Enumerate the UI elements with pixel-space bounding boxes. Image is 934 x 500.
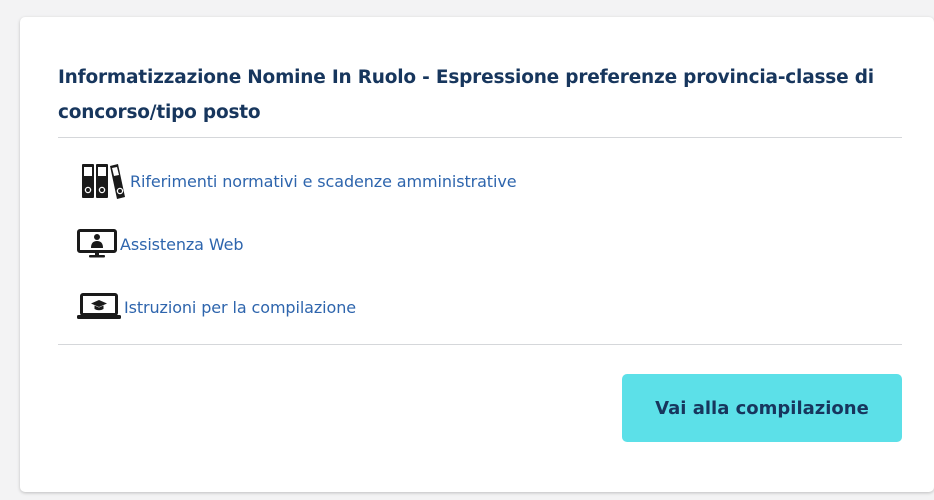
link-label: Istruzioni per la compilazione: [124, 297, 356, 317]
divider-top: [58, 137, 902, 138]
link-assistenza-web[interactable]: Assistenza Web: [77, 229, 244, 259]
vai-alla-compilazione-button[interactable]: Vai alla compilazione: [622, 374, 902, 442]
monitor-person-icon: [77, 229, 117, 259]
card-title: Informatizzazione Nomine In Ruolo - Espr…: [58, 67, 874, 123]
link-istruzioni-compilazione[interactable]: Istruzioni per la compilazione: [77, 293, 356, 321]
link-riferimenti-normativi[interactable]: Riferimenti normativi e scadenze amminis…: [81, 162, 517, 200]
laptop-graduation-cap-icon: [77, 293, 121, 321]
binders-icon: [81, 162, 127, 200]
card: Informatizzazione Nomine In Ruolo - Espr…: [20, 17, 934, 492]
divider-bottom: [58, 344, 902, 345]
link-label: Assistenza Web: [120, 234, 244, 254]
link-label: Riferimenti normativi e scadenze amminis…: [130, 171, 517, 191]
